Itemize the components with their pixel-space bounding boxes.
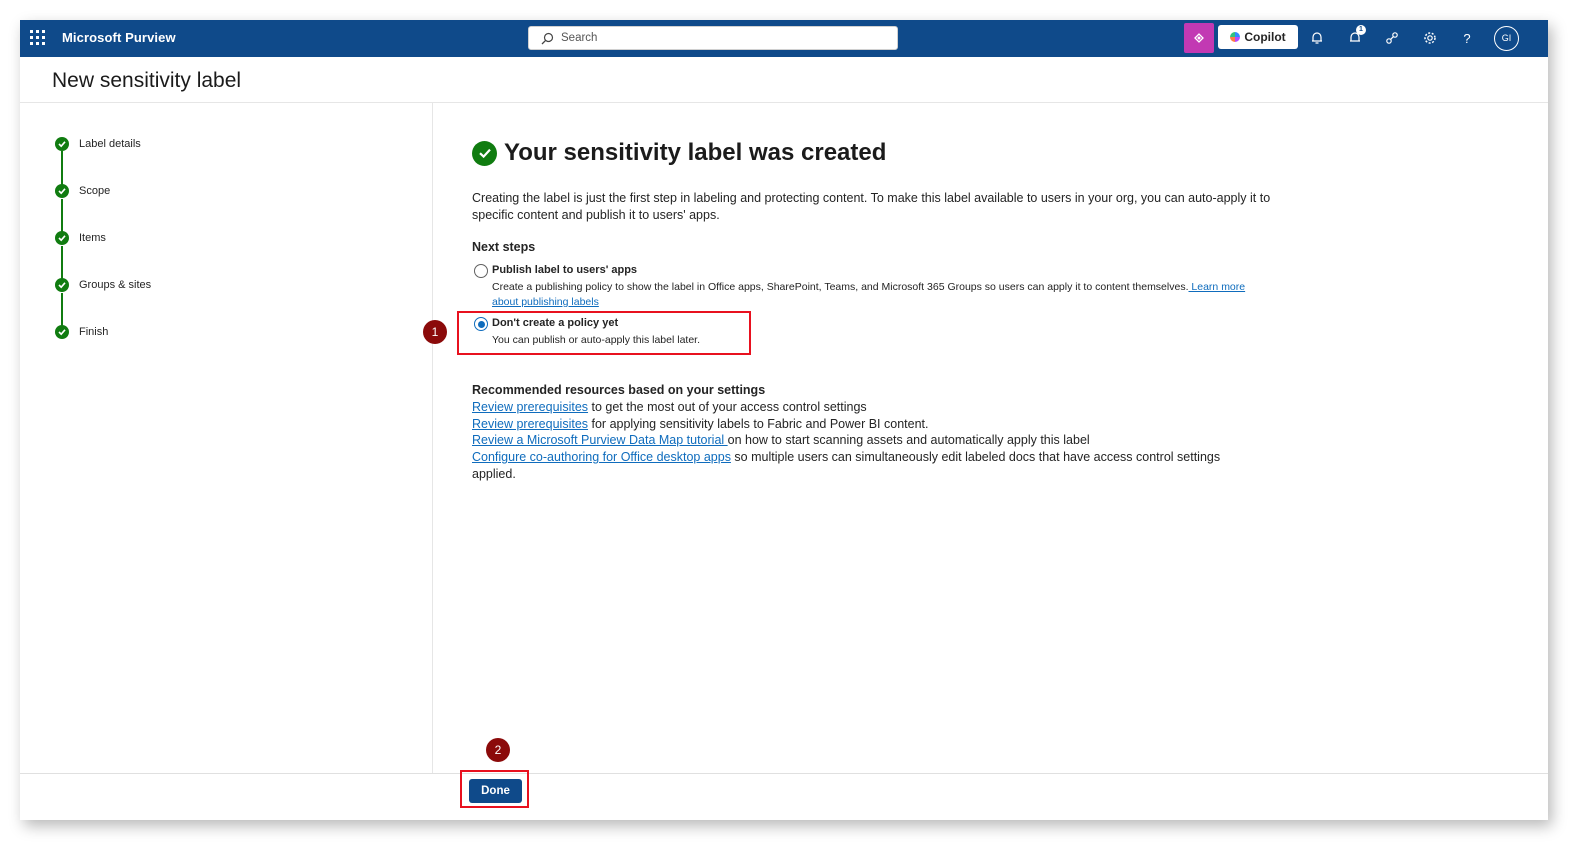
app-name[interactable]: Microsoft Purview	[62, 30, 176, 45]
copilot-chat-button[interactable]	[1184, 23, 1214, 53]
top-bar: Microsoft Purview Copilot 1	[20, 20, 1548, 57]
step-connector	[61, 293, 63, 326]
step-label: Finish	[79, 326, 109, 338]
option-title: Publish label to users' apps	[492, 264, 638, 276]
option-description: Create a publishing policy to show the l…	[492, 280, 1262, 310]
copilot-label: Copilot	[1244, 30, 1286, 44]
step-label-details[interactable]: Label details	[55, 136, 141, 152]
notification-badge: 1	[1356, 25, 1366, 35]
copilot-logo-icon	[1230, 32, 1241, 42]
search-icon	[541, 32, 554, 45]
copilot-button[interactable]: Copilot	[1218, 25, 1298, 49]
resource-item: Review prerequisites to get the most out…	[472, 399, 1272, 416]
avatar[interactable]: GI	[1494, 26, 1519, 51]
resource-item: Review a Microsoft Purview Data Map tuto…	[472, 432, 1272, 449]
resource-text: for applying sensitivity labels to Fabri…	[588, 417, 929, 431]
annotation-highlight-2	[460, 770, 529, 808]
option-description-text: Create a publishing policy to show the l…	[492, 281, 1189, 293]
check-icon	[55, 325, 69, 339]
step-label: Items	[79, 232, 106, 244]
wizard-steps: Label details Scope Items Groups & sites…	[20, 103, 433, 773]
step-groups-sites[interactable]: Groups & sites	[55, 277, 151, 293]
gear-icon[interactable]	[1421, 29, 1439, 47]
resource-item: Configure co-authoring for Office deskto…	[472, 449, 1242, 482]
resource-link[interactable]: Review a Microsoft Purview Data Map tuto…	[472, 433, 728, 447]
search-input[interactable]	[561, 27, 891, 49]
success-title: Your sensitivity label was created	[504, 139, 887, 166]
check-icon	[55, 137, 69, 151]
step-label: Label details	[79, 138, 141, 150]
resource-link[interactable]: Review prerequisites	[472, 417, 588, 431]
step-label: Groups & sites	[79, 279, 152, 291]
step-connector	[61, 246, 63, 279]
resource-item: Review prerequisites for applying sensit…	[472, 416, 1272, 433]
success-check-icon	[472, 140, 497, 166]
step-label: Scope	[79, 185, 111, 197]
step-items[interactable]: Items	[55, 230, 106, 246]
check-icon	[55, 231, 69, 245]
svg-text:?: ?	[1463, 31, 1470, 45]
app-launcher-icon[interactable]	[30, 30, 46, 46]
step-connector	[61, 199, 63, 232]
step-finish[interactable]: Finish	[55, 324, 108, 340]
intro-text: Creating the label is just the first ste…	[472, 191, 1271, 222]
next-steps-heading: Next steps	[472, 240, 536, 254]
help-icon[interactable]: ?	[1458, 29, 1476, 47]
check-icon	[55, 184, 69, 198]
publish-label-radio[interactable]	[474, 264, 488, 278]
annotation-badge-1: 1	[423, 320, 447, 344]
option-publish-label[interactable]: Publish label to users' apps Create a pu…	[472, 263, 1262, 308]
page-title: New sensitivity label	[52, 69, 242, 92]
app-window: Microsoft Purview Copilot 1	[20, 20, 1548, 820]
connections-icon[interactable]	[1383, 29, 1401, 47]
announcements-icon[interactable]: 1	[1346, 25, 1366, 47]
copilot-sparkle-icon	[1194, 33, 1204, 43]
bell-icon[interactable]	[1308, 29, 1326, 47]
step-connector	[61, 151, 63, 185]
annotation-badge-2: 2	[486, 738, 510, 762]
success-heading: Your sensitivity label was created	[472, 139, 886, 167]
resource-link[interactable]: Review prerequisites	[472, 400, 588, 414]
recommended-heading: Recommended resources based on your sett…	[472, 383, 766, 397]
search-box[interactable]	[528, 26, 898, 50]
resource-text: to get the most out of your access contr…	[588, 400, 867, 414]
resource-link[interactable]: Configure co-authoring for Office deskto…	[472, 450, 731, 464]
step-scope[interactable]: Scope	[55, 183, 110, 199]
check-icon	[55, 278, 69, 292]
footer-divider	[20, 773, 1548, 774]
resource-text: on how to start scanning assets and auto…	[727, 433, 1090, 447]
annotation-highlight-1	[457, 311, 751, 355]
